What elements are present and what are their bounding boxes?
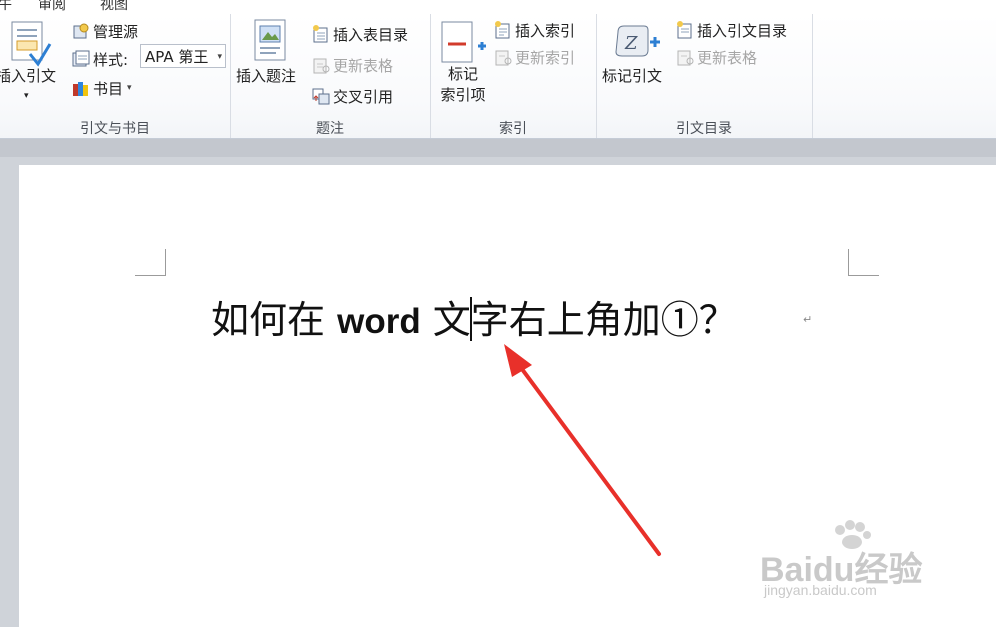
group-citations-bibliography: 插入引文 ▾ 管理源 样式: APA 第王 ▾ 书目 ▾ 引文与书目 [0,14,231,138]
mark-entry-label[interactable]: 标记 索引项 [430,64,496,106]
menu-tab-review[interactable]: 审阅 [38,0,66,14]
citation-style-select[interactable]: APA 第王 ▾ [140,44,226,68]
update-index-icon [495,50,512,66]
insert-citation-dropdown-icon[interactable]: ▾ [24,86,29,107]
group-label: 题注 [316,121,344,137]
insert-table-of-authorities-label: 插入引文目录 [697,21,788,40]
style-label: 样式: [93,50,129,69]
mark-entry-label-line1: 标记 [447,65,478,83]
update-table-icon [677,50,694,66]
watermark-url: jingyan.baidu.com [764,582,877,598]
insert-table-of-authorities-button[interactable]: 插入引文目录 [676,19,787,41]
manage-sources-icon [73,23,89,39]
citation-style-icon [72,50,90,67]
menu-tab-view[interactable]: 视图 [100,0,128,14]
insert-caption-label[interactable]: 插入题注 [236,66,296,87]
insert-table-of-figures-label: 插入表目录 [333,25,409,44]
svg-text:Z: Z [624,33,638,54]
group-table-of-authorities: Z 标记引文 插入引文目录 更新表格 引文目录 [596,14,813,138]
style-control: 样式: [72,48,128,70]
update-index-label: 更新索引 [515,48,576,67]
manage-sources-button[interactable]: 管理源 [72,20,138,42]
insert-index-button[interactable]: 插入索引 [494,19,575,41]
group-label: 引文与书目 [80,121,150,137]
insert-table-of-figures-button[interactable]: 插入表目录 [312,23,408,45]
group-label: 索引 [499,121,527,137]
group-index: 标记 索引项 插入索引 更新索引 索引 [430,14,597,138]
update-table-label: 更新表格 [333,56,394,75]
mark-citation-label[interactable]: 标记引文 [602,66,662,87]
mark-entry-label-line2: 索引项 [440,86,486,104]
insert-citation-label[interactable]: 插入引文 [0,66,56,87]
chevron-down-icon: ▾ [217,52,222,62]
chevron-down-icon: ▾ [127,83,132,93]
ribbon: 插入引文 ▾ 管理源 样式: APA 第王 ▾ 书目 ▾ 引文与书目 插入题注 … [0,14,996,139]
insert-caption-icon[interactable] [252,18,288,64]
insert-citation-icon[interactable] [8,20,52,68]
menu-tab-partial[interactable]: 牛 [0,0,12,14]
bibliography-button[interactable]: 书目 ▾ [72,77,132,99]
insert-index-label: 插入索引 [515,21,576,40]
manage-sources-label: 管理源 [93,22,139,41]
baidu-watermark: Baidu经验 jingyan.baidu.com [760,520,950,610]
update-authorities-table-button[interactable]: 更新表格 [676,46,757,68]
table-of-figures-icon [313,25,328,43]
cross-reference-button[interactable]: 交叉引用 [312,85,393,107]
insert-index-icon [495,21,510,39]
citation-style-value: APA 第王 [145,48,209,66]
mark-citation-icon[interactable]: Z [614,24,660,62]
update-index-button[interactable]: 更新索引 [494,46,575,68]
update-table-button[interactable]: 更新表格 [312,54,393,76]
bibliography-icon [73,82,88,96]
bibliography-label: 书目 [93,79,124,98]
group-captions: 插入题注 插入表目录 更新表格 交叉引用 题注 [230,14,431,138]
table-of-authorities-icon [677,21,692,39]
group-label: 引文目录 [676,121,732,137]
menu-strip: 牛 审阅 视图 [0,0,996,15]
cross-reference-icon [312,88,330,105]
update-authorities-table-label: 更新表格 [697,48,758,67]
update-table-icon [313,58,330,74]
cross-reference-label: 交叉引用 [333,87,394,106]
mark-entry-icon[interactable] [440,20,488,64]
